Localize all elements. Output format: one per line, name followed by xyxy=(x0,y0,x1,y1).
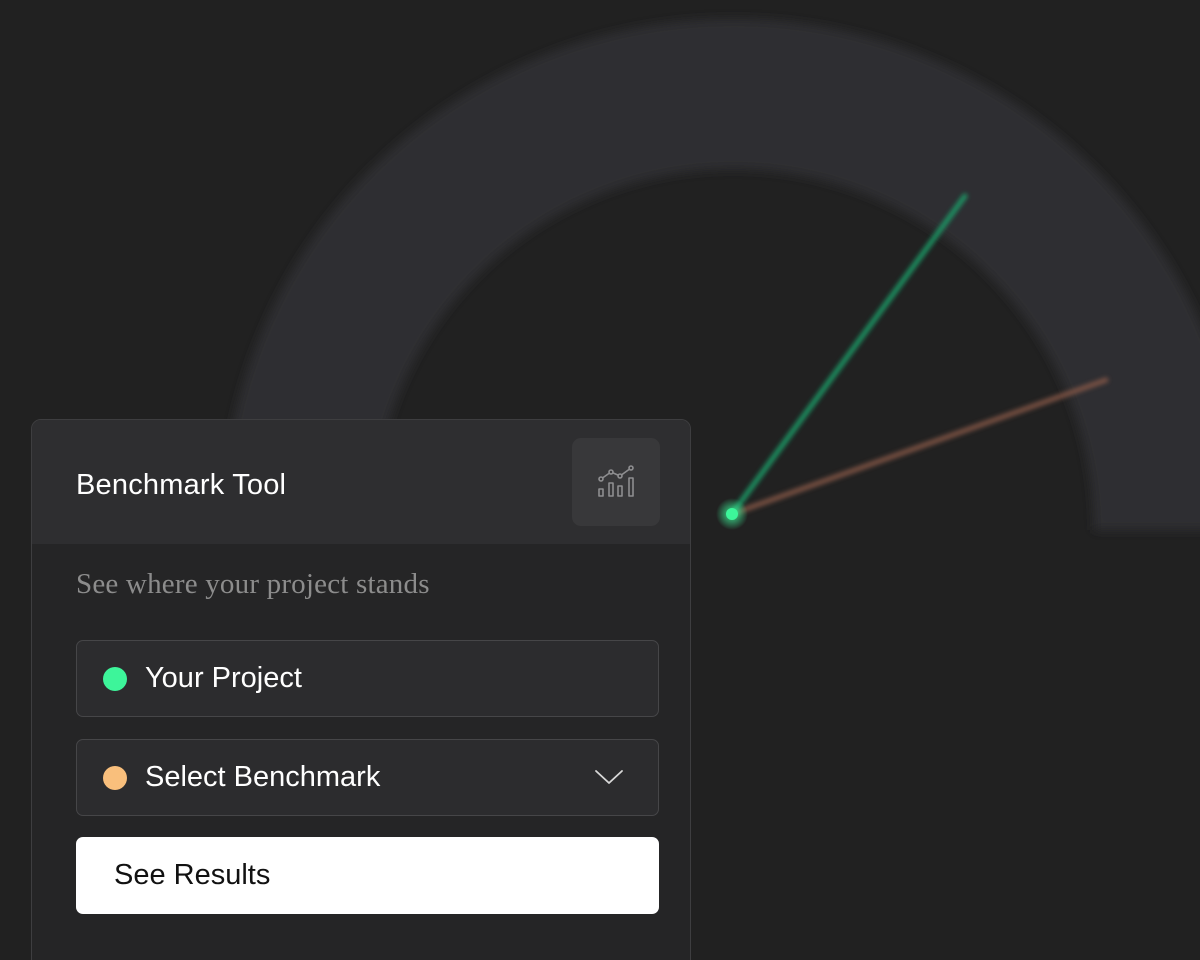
select-benchmark-dropdown[interactable]: Select Benchmark xyxy=(76,739,659,816)
chevron-down-icon xyxy=(595,770,623,784)
chart-bars-trend-icon xyxy=(598,465,634,497)
benchmark-dot-icon xyxy=(103,765,127,790)
project-needle xyxy=(729,193,968,517)
card-title: Benchmark Tool xyxy=(76,469,287,501)
chart-icon-button[interactable] xyxy=(572,438,660,526)
gauge-pivot xyxy=(726,508,738,520)
stage: Benchmark Tool See where your project st… xyxy=(0,0,1200,960)
benchmark-needle xyxy=(729,377,1109,517)
benchmark-card: Benchmark Tool See where your project st… xyxy=(31,419,691,960)
your-project-field[interactable]: Your Project xyxy=(76,640,659,717)
see-results-button[interactable]: See Results xyxy=(76,837,659,914)
card-header: Benchmark Tool xyxy=(32,420,690,544)
project-dot-icon xyxy=(103,666,127,691)
your-project-label: Your Project xyxy=(145,662,302,694)
card-subtitle: See where your project stands xyxy=(76,568,430,600)
select-benchmark-label: Select Benchmark xyxy=(145,761,381,793)
